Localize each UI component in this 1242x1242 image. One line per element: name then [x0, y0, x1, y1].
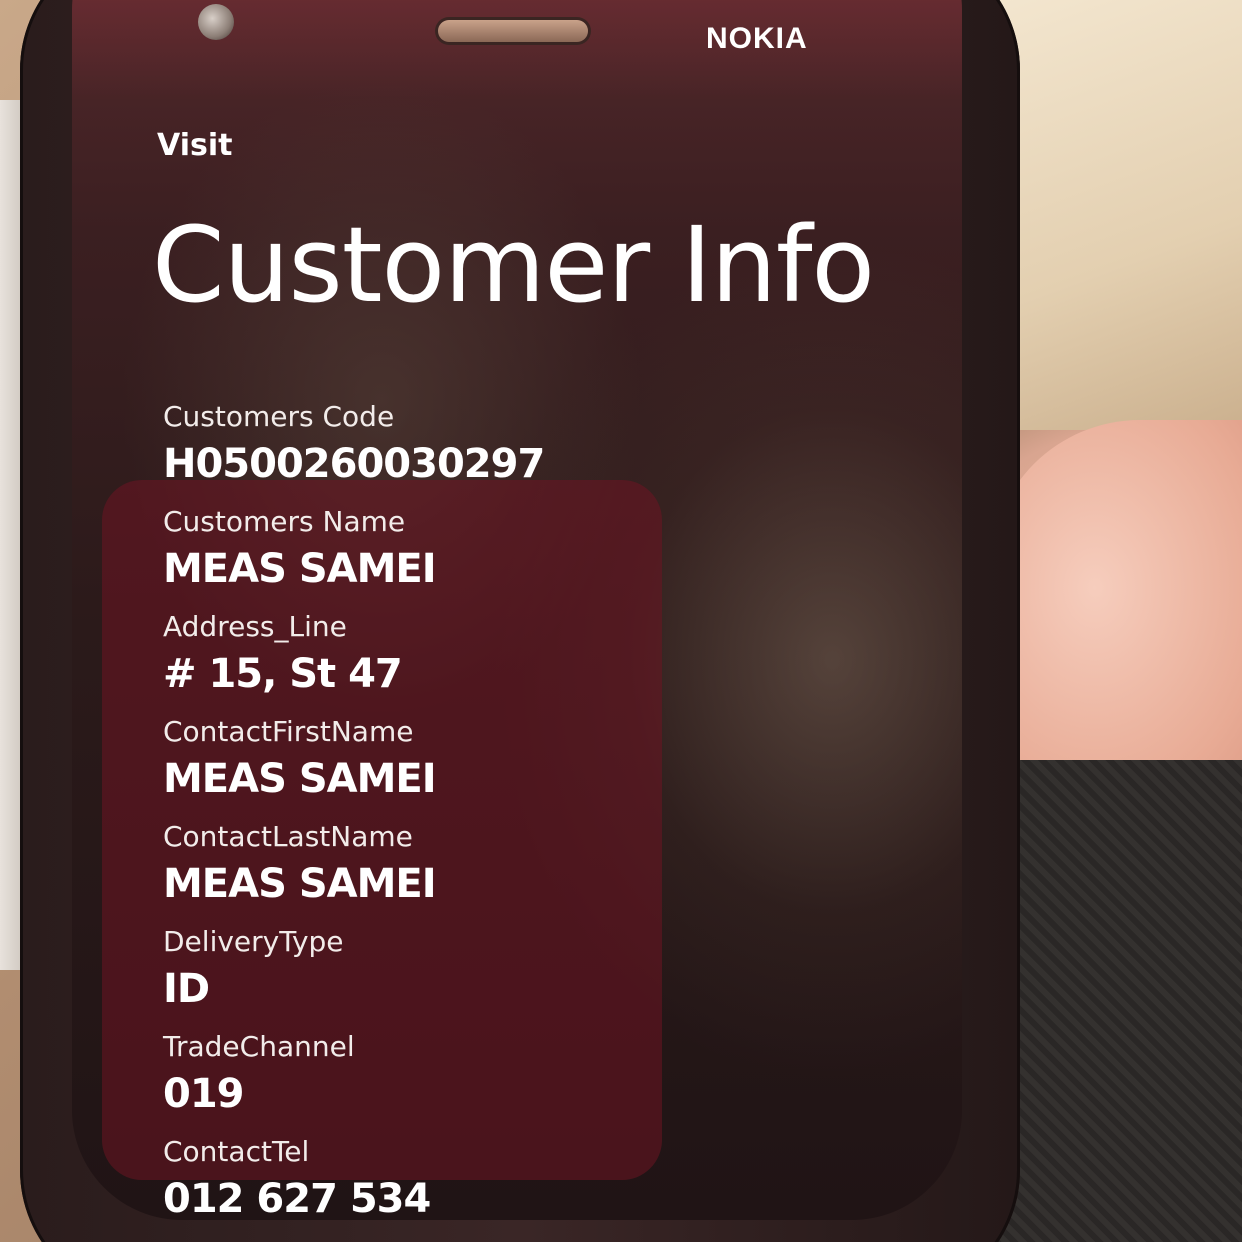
field-value: MEAS SAMEI [163, 546, 437, 592]
field-contact-tel: ContactTel 012 627 534 [163, 1133, 943, 1238]
field-label: Customers Name [163, 505, 406, 538]
field-label: ContactLastName [163, 820, 413, 853]
field-value: 019 [163, 1071, 245, 1117]
field-label: Address_Line [163, 610, 347, 643]
field-label: DeliveryType [163, 925, 344, 958]
field-value: MEAS SAMEI [163, 756, 437, 802]
app-header: Visit [157, 128, 233, 163]
field-contact-last-name: ContactLastName MEAS SAMEI [163, 818, 943, 923]
field-label: ContactTel [163, 1135, 310, 1168]
field-customers-code: Customers Code H0500260030297 [163, 398, 943, 503]
field-label: ContactFirstName [163, 715, 414, 748]
page-title: Customer Info [152, 204, 875, 326]
field-label: Customers Code [163, 400, 395, 433]
field-value: H0500260030297 [163, 441, 545, 487]
field-value: # 15, St 47 [163, 651, 403, 697]
field-contact-first-name: ContactFirstName MEAS SAMEI [163, 713, 943, 818]
field-customers-name: Customers Name MEAS SAMEI [163, 503, 943, 608]
field-value: ID [163, 966, 210, 1012]
field-trade-channel: TradeChannel 019 [163, 1028, 943, 1133]
field-value: MEAS SAMEI [163, 861, 437, 907]
field-address-line: Address_Line # 15, St 47 [163, 608, 943, 713]
customer-fields-list: Customers Code H0500260030297 Customers … [163, 398, 943, 1238]
customer-info-app: Visit Customer Info Customers Code H0500… [0, 0, 1242, 1242]
field-label: TradeChannel [163, 1030, 355, 1063]
field-delivery-type: DeliveryType ID [163, 923, 943, 1028]
field-value: 012 627 534 [163, 1176, 431, 1222]
